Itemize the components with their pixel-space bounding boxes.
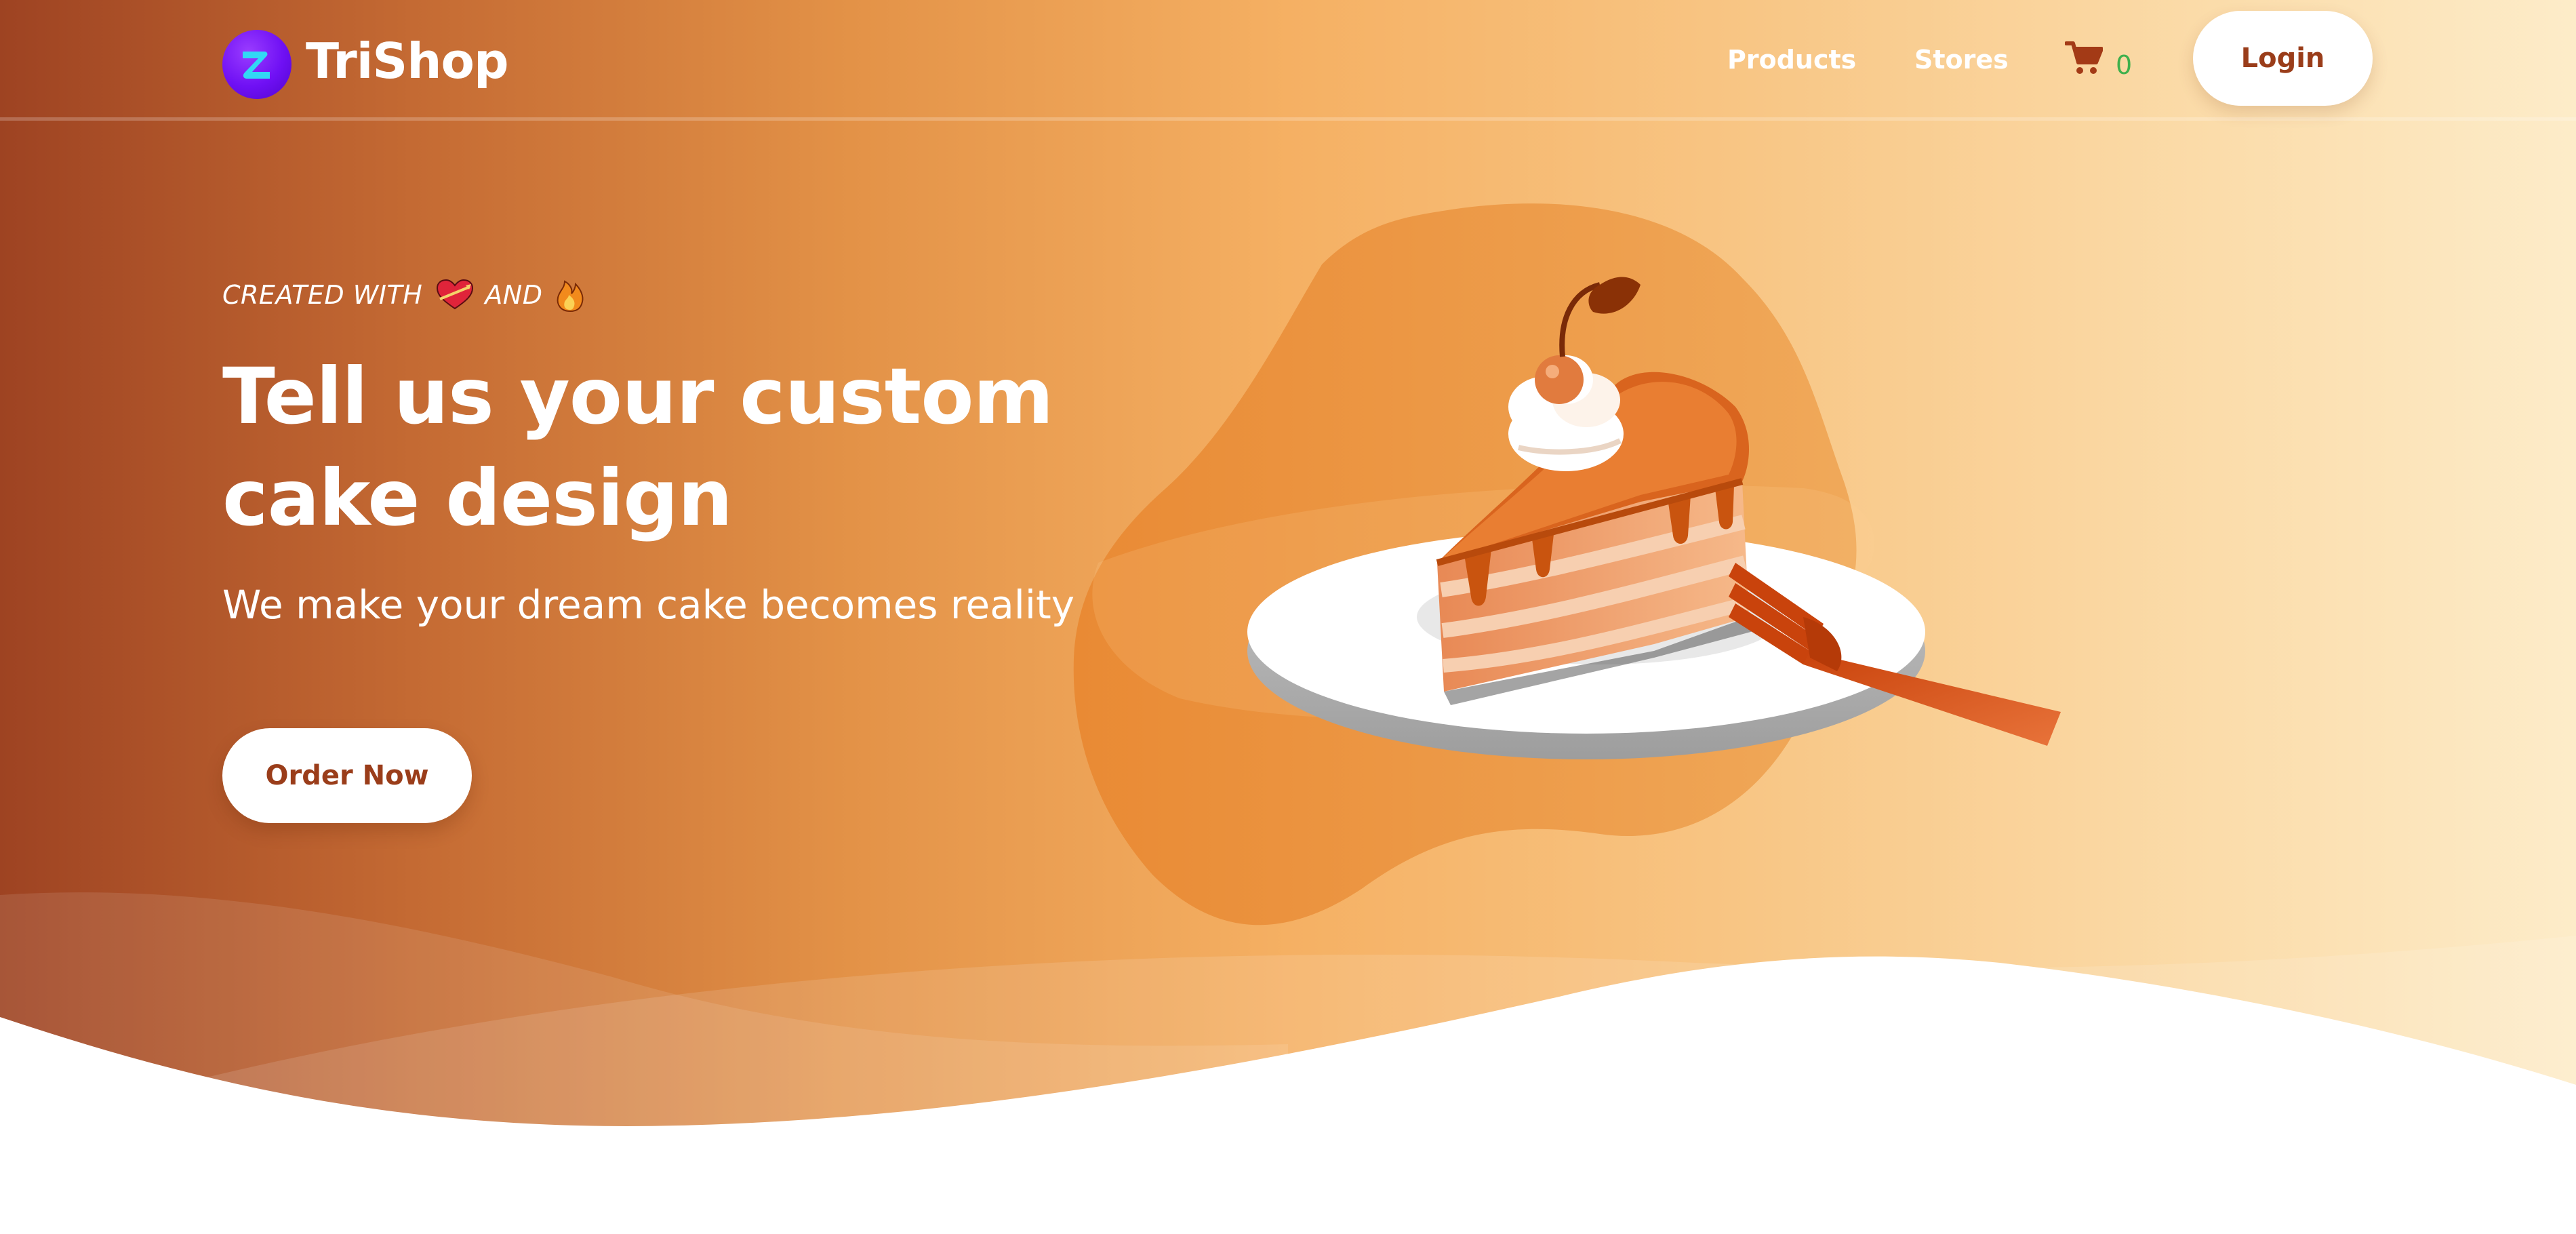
tagline-mid: AND bbox=[485, 280, 543, 310]
trishop-logo-icon[interactable] bbox=[222, 30, 291, 99]
fire-icon bbox=[557, 280, 583, 313]
nav-link-stores[interactable]: Stores bbox=[1914, 39, 2009, 80]
cake-slice-with-fork-illustration bbox=[1073, 203, 2061, 926]
login-button[interactable]: Login bbox=[2193, 11, 2373, 106]
page-subheadline: We make your dream cake becomes reality bbox=[222, 582, 1075, 628]
order-now-button[interactable]: Order Now bbox=[222, 728, 472, 823]
cart-icon[interactable] bbox=[2065, 39, 2103, 76]
tagline: CREATED WITH AND bbox=[222, 274, 585, 316]
cart-count: 0 bbox=[2116, 50, 2133, 80]
nav-link-products[interactable]: Products bbox=[1727, 39, 1856, 80]
tagline-prefix: CREATED WITH bbox=[222, 280, 423, 310]
page-headline: Tell us your custom cake design bbox=[222, 351, 1053, 543]
hero-section: TriShop Products Stores 0 Login CREATED … bbox=[0, 0, 2576, 1234]
brand-name[interactable]: TriShop bbox=[306, 27, 509, 95]
heart-icon bbox=[437, 279, 474, 310]
top-navbar: TriShop Products Stores 0 Login bbox=[0, 0, 2576, 121]
